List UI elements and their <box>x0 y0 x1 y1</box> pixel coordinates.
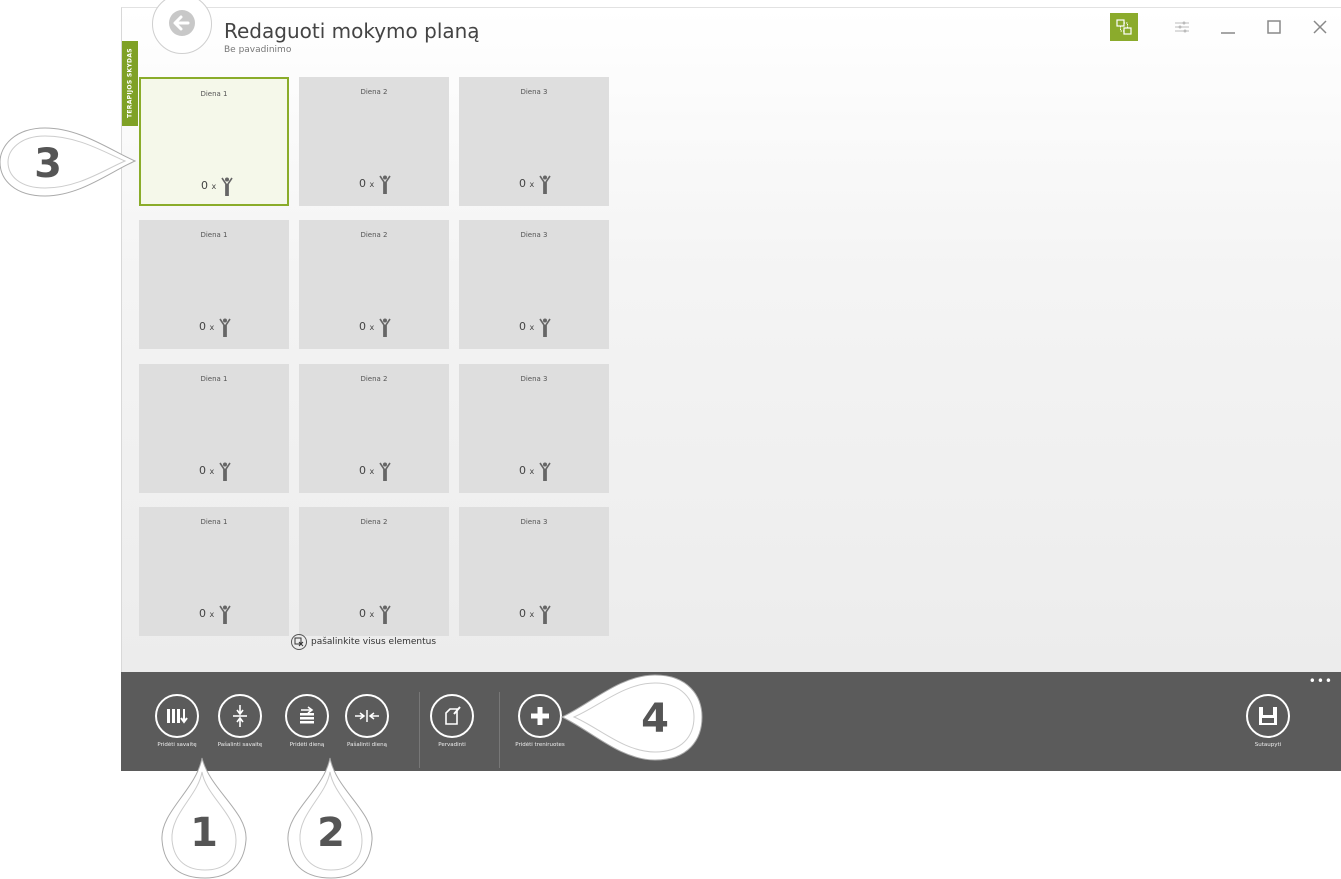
day-tile[interactable]: Diena 1 0 x <box>139 507 289 636</box>
person-exercise-icon <box>219 318 231 337</box>
person-exercise-icon <box>379 175 391 194</box>
workout-count: 0 x <box>519 607 535 620</box>
add-workouts-button[interactable]: Pridėti treniruotes <box>505 694 575 748</box>
view-switch-button[interactable] <box>1110 13 1138 41</box>
remove-week-icon <box>218 694 262 738</box>
workout-count: 0 x <box>519 177 535 190</box>
day-label: Diena 2 <box>360 518 388 526</box>
day-tile[interactable]: Diena 2 0 x <box>299 220 449 349</box>
person-exercise-icon <box>539 318 551 337</box>
callout-3-label: 3 <box>34 141 62 187</box>
workout-count: 0 x <box>519 464 535 477</box>
callout-2: 2 <box>287 757 373 879</box>
day-tile[interactable]: Diena 3 0 x <box>459 507 609 636</box>
close-icon <box>1313 20 1327 34</box>
close-button[interactable] <box>1306 13 1334 41</box>
workout-count: 0 x <box>359 607 375 620</box>
maximize-button[interactable] <box>1260 13 1288 41</box>
network-icon <box>1116 19 1132 35</box>
remove-day-button[interactable]: Pašalinti dieną <box>332 694 402 748</box>
floppy-disk-icon <box>1259 707 1277 725</box>
plus-icon <box>531 707 549 725</box>
day-label: Diena 3 <box>520 375 548 383</box>
minimize-button[interactable] <box>1214 13 1242 41</box>
callout-3: 3 <box>0 127 137 197</box>
add-day-icon <box>285 694 329 738</box>
add-workouts-label: Pridėti treniruotes <box>515 742 565 748</box>
workout-count: 0 x <box>199 607 215 620</box>
day-label: Diena 3 <box>520 518 548 526</box>
day-label: Diena 1 <box>200 518 228 526</box>
remove-all-label: pašalinkite visus elementus <box>311 637 437 647</box>
day-tile[interactable]: Diena 3 0 x <box>459 77 609 206</box>
save-icon <box>1246 694 1290 738</box>
add-week-label: Pridėti savaitę <box>157 742 197 748</box>
settings-button[interactable] <box>1168 13 1196 41</box>
workout-count: 0 x <box>359 464 375 477</box>
day-label: Diena 3 <box>520 88 548 96</box>
therapy-panel-tab[interactable]: TERAPIJOS SKYDAS <box>122 41 138 126</box>
remove-week-button[interactable]: Pašalinti savaitę <box>205 694 275 748</box>
day-label: Diena 1 <box>200 90 228 98</box>
day-tile[interactable]: Diena 2 0 x <box>299 77 449 206</box>
person-exercise-icon <box>379 462 391 481</box>
page-title: Redaguoti mokymo planą <box>224 19 480 43</box>
add-workouts-icon <box>518 694 562 738</box>
minimize-icon <box>1221 32 1235 34</box>
save-button[interactable]: Sutaupyti <box>1233 694 1303 748</box>
day-tile[interactable]: Diena 1 0 x <box>139 77 289 206</box>
person-exercise-icon <box>379 605 391 624</box>
rename-label: Pervadinti <box>438 742 466 748</box>
arrow-left-icon <box>169 10 195 36</box>
person-exercise-icon <box>219 462 231 481</box>
day-label: Diena 1 <box>200 231 228 239</box>
appbar-divider <box>499 692 500 768</box>
day-tile[interactable]: Diena 1 0 x <box>139 364 289 493</box>
workout-count: 0 x <box>359 320 375 333</box>
person-exercise-icon <box>539 605 551 624</box>
person-exercise-icon <box>221 177 233 196</box>
rename-icon <box>430 694 474 738</box>
workout-count: 0 x <box>359 177 375 190</box>
day-tile[interactable]: Diena 2 0 x <box>299 364 449 493</box>
callout-1: 1 <box>161 757 247 879</box>
day-label: Diena 2 <box>360 88 388 96</box>
person-exercise-icon <box>539 462 551 481</box>
person-exercise-icon <box>219 605 231 624</box>
sliders-icon <box>1175 21 1189 33</box>
remove-all-icon <box>291 634 307 650</box>
callout-1-label: 1 <box>190 810 218 856</box>
day-tile[interactable]: Diena 3 0 x <box>459 364 609 493</box>
person-exercise-icon <box>539 175 551 194</box>
rename-button[interactable]: Pervadinti <box>417 694 487 748</box>
remove-day-icon <box>345 694 389 738</box>
remove-day-label: Pašalinti dieną <box>347 742 387 748</box>
day-label: Diena 2 <box>360 375 388 383</box>
workout-count: 0 x <box>199 464 215 477</box>
maximize-icon <box>1267 20 1281 34</box>
day-tile[interactable]: Diena 1 0 x <box>139 220 289 349</box>
day-label: Diena 2 <box>360 231 388 239</box>
add-week-button[interactable]: Pridėti savaitę <box>142 694 212 748</box>
day-label: Diena 1 <box>200 375 228 383</box>
app-bar: ••• Pridėti savaitę Pašalinti savaitę Pr… <box>121 672 1341 771</box>
remove-week-label: Pašalinti savaitę <box>217 742 263 748</box>
workout-count: 0 x <box>519 320 535 333</box>
day-label: Diena 3 <box>520 231 548 239</box>
workout-count: 0 x <box>201 179 217 192</box>
more-options-button[interactable]: ••• <box>1309 674 1333 688</box>
workout-count: 0 x <box>199 320 215 333</box>
callout-2-label: 2 <box>317 810 345 856</box>
day-tile[interactable]: Diena 2 0 x <box>299 507 449 636</box>
page-subtitle: Be pavadinimo <box>224 45 292 55</box>
add-week-icon <box>155 694 199 738</box>
save-label: Sutaupyti <box>1254 742 1282 748</box>
person-exercise-icon <box>379 318 391 337</box>
app-window: Redaguoti mokymo planą Be pavadinimo TER… <box>121 0 1341 673</box>
day-tile[interactable]: Diena 3 0 x <box>459 220 609 349</box>
remove-all-button[interactable]: pašalinkite visus elementus <box>291 634 436 650</box>
back-button[interactable] <box>152 0 212 54</box>
